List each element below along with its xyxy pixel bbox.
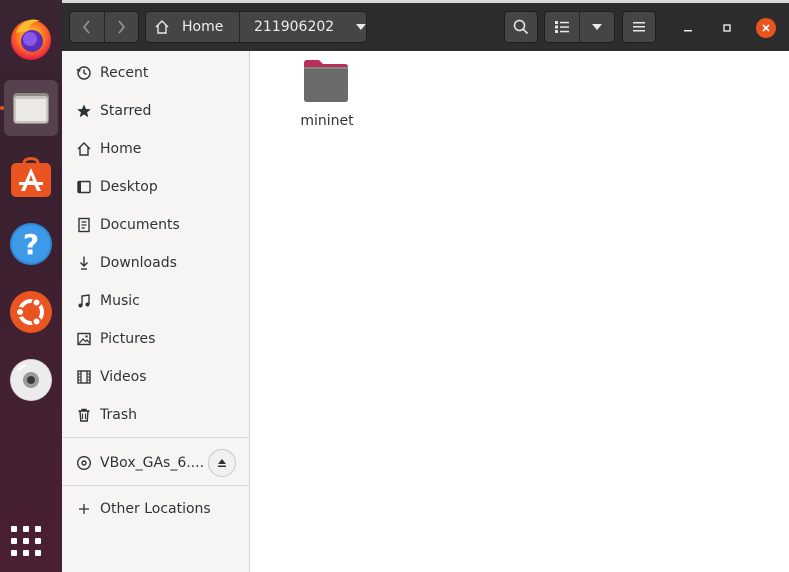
search-icon (513, 19, 529, 35)
sidebar-item-label: Other Locations (100, 501, 211, 517)
disc-launcher[interactable] (4, 352, 58, 408)
sidebar-item-label: Desktop (100, 179, 158, 195)
sidebar-item-downloads[interactable]: Downloads (62, 244, 250, 282)
sidebar-item-label: Music (100, 293, 140, 309)
download-icon (76, 255, 92, 271)
sidebar-item-label: Home (100, 141, 142, 157)
sidebar-item-label: Recent (100, 65, 149, 81)
close-icon (762, 24, 770, 32)
chevron-down-icon (592, 24, 602, 30)
search-button[interactable] (505, 12, 537, 42)
chevron-right-icon (118, 20, 126, 34)
view-options-button[interactable] (580, 12, 614, 42)
file-item-folder[interactable]: mininet (291, 57, 361, 129)
path-current-button[interactable]: 211906202 (240, 12, 366, 42)
eject-icon (218, 459, 226, 467)
maximize-button[interactable] (717, 18, 737, 38)
path-bar: Home 211906202 (145, 11, 367, 43)
help-launcher[interactable]: ? (4, 216, 58, 272)
dock: ? (0, 0, 62, 572)
path-home-button[interactable]: Home (146, 12, 239, 42)
eject-button[interactable] (208, 449, 236, 477)
firefox-icon (11, 19, 51, 60)
back-button[interactable] (70, 12, 104, 42)
sidebar-item-label: Downloads (100, 255, 177, 271)
sidebar-item-desktop[interactable]: Desktop (62, 168, 250, 206)
menu-group (622, 11, 656, 43)
home-icon (155, 20, 169, 34)
files-icon (13, 93, 49, 124)
disc-icon (10, 359, 52, 401)
sidebar-item-home[interactable]: Home (62, 130, 250, 168)
headerbar: Home 211906202 (62, 0, 789, 51)
show-applications-icon[interactable] (11, 526, 43, 558)
clock-icon (76, 65, 92, 81)
sidebar-item-label: Starred (100, 103, 152, 119)
help-icon: ? (10, 223, 52, 265)
sidebar-item-label: Pictures (100, 331, 156, 347)
path-home-label: Home (182, 19, 224, 35)
menu-button[interactable] (623, 12, 655, 42)
software-center-launcher[interactable] (4, 148, 58, 204)
sidebar-item-device[interactable]: VBox_GAs_6.... (62, 444, 250, 482)
sidebar-item-starred[interactable]: Starred (62, 92, 250, 130)
folder-icon (304, 60, 348, 102)
search-group (504, 11, 538, 43)
video-icon (76, 369, 92, 385)
maximize-icon (723, 24, 731, 32)
sidebar-item-pictures[interactable]: Pictures (62, 320, 250, 358)
sidebar-separator (62, 485, 250, 486)
nav-buttons (69, 11, 139, 43)
hamburger-icon (633, 22, 645, 32)
sidebar-item-other-locations[interactable]: Other Locations (62, 490, 250, 528)
sidebar-item-label: VBox_GAs_6.... (100, 455, 205, 471)
ubuntu-icon (10, 291, 52, 333)
plus-icon (76, 501, 92, 517)
files-launcher[interactable] (4, 80, 58, 136)
picture-icon (76, 331, 92, 347)
ubuntu-launcher[interactable] (4, 284, 58, 340)
minimize-button[interactable] (678, 18, 698, 38)
running-indicator (0, 106, 4, 110)
disc-drive-icon (76, 455, 92, 471)
path-current-label: 211906202 (254, 19, 335, 35)
forward-button[interactable] (104, 12, 138, 42)
view-group (544, 11, 615, 43)
chevron-left-icon (82, 20, 90, 34)
sidebar-separator (62, 437, 250, 438)
close-button[interactable] (756, 18, 776, 38)
software-center-icon (11, 157, 51, 197)
close-circle (756, 18, 776, 38)
chevron-down-icon (356, 24, 366, 30)
file-name: mininet (300, 113, 354, 129)
firefox-launcher[interactable] (4, 10, 58, 66)
minimize-icon (684, 30, 692, 32)
trash-icon (76, 407, 92, 423)
svg-text:?: ? (23, 228, 39, 261)
list-view-button[interactable] (545, 12, 579, 42)
home-icon (76, 141, 92, 157)
sidebar-item-videos[interactable]: Videos (62, 358, 250, 396)
file-view[interactable]: mininet (251, 51, 789, 572)
sidebar-item-recent[interactable]: Recent (62, 54, 250, 92)
star-icon (76, 103, 92, 119)
document-icon (76, 217, 92, 233)
music-icon (76, 293, 92, 309)
sidebar-item-label: Documents (100, 217, 180, 233)
sidebar-item-label: Videos (100, 369, 147, 385)
desktop-icon (76, 179, 92, 195)
sidebar-item-label: Trash (100, 407, 137, 423)
sidebar: Recent Starred Home Desktop Documents Do… (62, 51, 250, 572)
list-view-icon (555, 21, 569, 33)
sidebar-item-music[interactable]: Music (62, 282, 250, 320)
sidebar-item-documents[interactable]: Documents (62, 206, 250, 244)
sidebar-item-trash[interactable]: Trash (62, 396, 250, 434)
